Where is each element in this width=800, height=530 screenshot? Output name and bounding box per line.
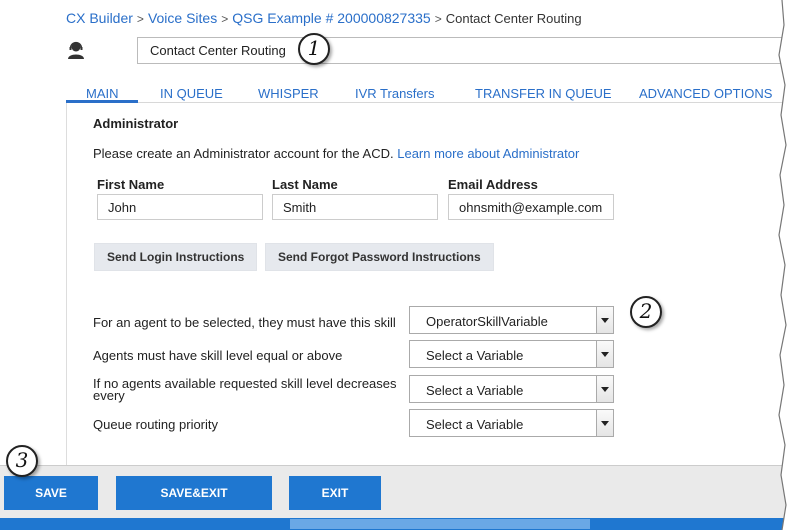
chevron-down-icon[interactable] (596, 410, 613, 436)
chevron-down-icon[interactable] (596, 376, 613, 402)
scrollbar-thumb[interactable] (290, 519, 590, 529)
skill-level-value: Select a Variable (426, 348, 524, 363)
breadcrumb-current: Contact Center Routing (445, 11, 582, 26)
skill-decrease-value: Select a Variable (426, 383, 524, 398)
chevron-down-icon[interactable] (596, 307, 613, 333)
tab-transfer-in-queue[interactable]: TRANSFER IN QUEUE (475, 86, 612, 101)
chevron-down-icon[interactable] (596, 341, 613, 367)
queue-priority-value: Select a Variable (426, 417, 524, 432)
email-label: Email Address (448, 177, 538, 192)
breadcrumb-separator: > (434, 12, 442, 26)
callout-1: 1 (298, 33, 330, 65)
queue-priority-select[interactable]: Select a Variable (409, 409, 614, 437)
required-skill-value: OperatorSkillVariable (426, 314, 548, 329)
admin-intro-text: Please create an Administrator account f… (93, 146, 394, 161)
breadcrumb-separator: > (221, 12, 229, 26)
required-skill-label: For an agent to be selected, they must h… (93, 315, 396, 330)
tab-bar: MAIN IN QUEUE WHISPER IVR Transfers TRAN… (66, 86, 772, 102)
breadcrumb-voice-sites[interactable]: Voice Sites (148, 10, 217, 26)
first-name-field[interactable] (97, 194, 263, 220)
admin-intro: Please create an Administrator account f… (93, 146, 579, 161)
tab-in-queue[interactable]: IN QUEUE (160, 86, 223, 101)
required-skill-select[interactable]: OperatorSkillVariable (409, 306, 614, 334)
send-forgot-password-button[interactable]: Send Forgot Password Instructions (265, 243, 494, 271)
email-field[interactable] (448, 194, 614, 220)
agent-headset-icon (68, 41, 84, 59)
torn-edge (778, 0, 800, 530)
breadcrumb-separator: > (136, 12, 144, 26)
breadcrumb-cx-builder[interactable]: CX Builder (66, 10, 133, 26)
last-name-field[interactable] (272, 194, 438, 220)
app-window: CX Builder > Voice Sites > QSG Example # 200… (0, 0, 800, 530)
skill-decrease-select[interactable]: Select a Variable (409, 375, 614, 403)
exit-button[interactable]: EXIT (289, 476, 381, 510)
tab-ivr-transfers[interactable]: IVR Transfers (355, 86, 434, 101)
save-exit-button[interactable]: SAVE&EXIT (116, 476, 272, 510)
queue-priority-label: Queue routing priority (93, 417, 219, 432)
last-name-label: Last Name (272, 177, 338, 192)
callout-3: 3 (6, 445, 38, 477)
breadcrumb-qsg-example[interactable]: QSG Example # 200000827335 (232, 10, 430, 26)
breadcrumb: CX Builder > Voice Sites > QSG Example # 200… (66, 10, 582, 26)
callout-2: 2 (630, 296, 662, 328)
learn-more-link[interactable]: Learn more about Administrator (397, 146, 579, 161)
tab-whisper[interactable]: WHISPER (258, 86, 319, 101)
save-button[interactable]: SAVE (4, 476, 98, 510)
routing-name-input[interactable] (137, 37, 783, 64)
section-title: Administrator (93, 116, 179, 131)
send-login-instructions-button[interactable]: Send Login Instructions (94, 243, 258, 271)
first-name-label: First Name (97, 177, 165, 192)
skill-decrease-label: If no agents available requested skill l… (93, 376, 397, 403)
skill-level-select[interactable]: Select a Variable (409, 340, 614, 368)
skill-level-label: Agents must have skill level equal or ab… (93, 348, 343, 363)
tab-advanced-options[interactable]: ADVANCED OPTIONS (639, 86, 772, 101)
tab-main[interactable]: MAIN (86, 86, 119, 101)
